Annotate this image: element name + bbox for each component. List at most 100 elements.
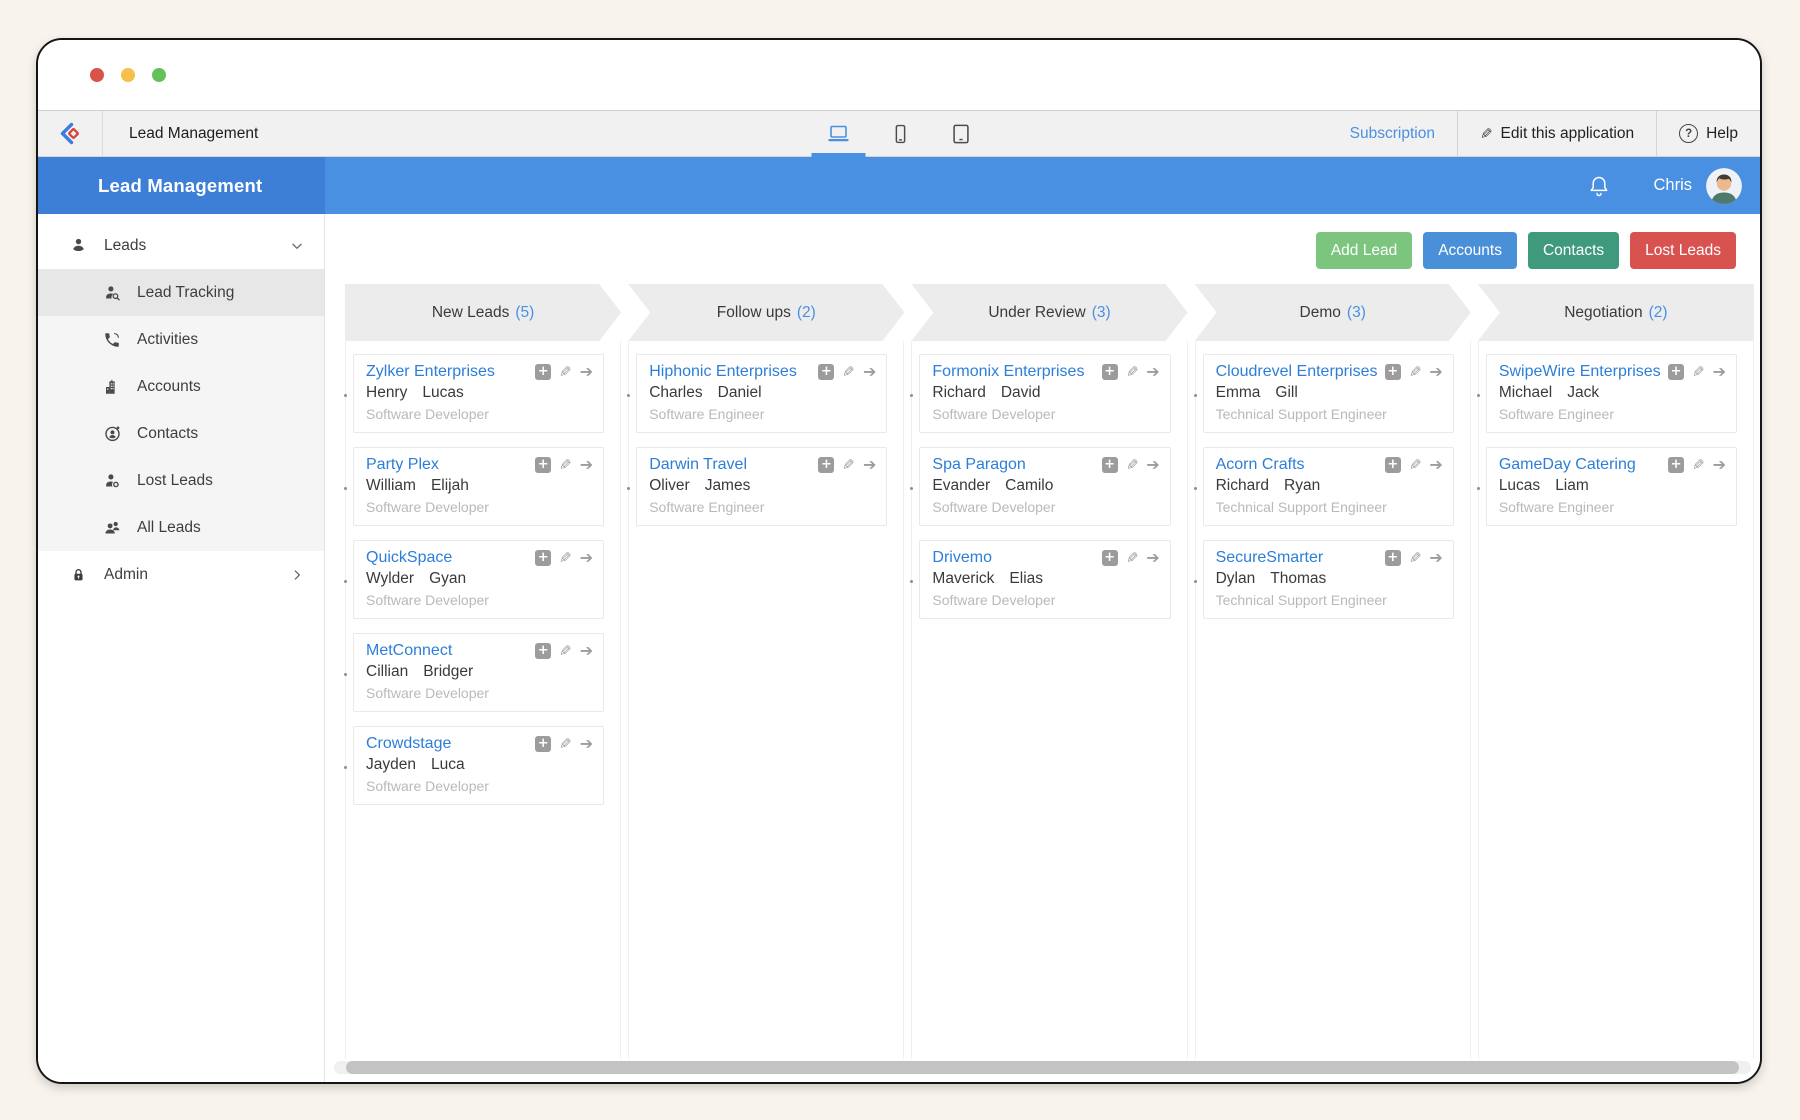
move-right-icon[interactable] (863, 364, 876, 380)
lead-company-link[interactable]: Cloudrevel Enterprises (1216, 363, 1392, 381)
add-icon[interactable] (1385, 550, 1401, 566)
creator-logo[interactable] (38, 111, 103, 156)
add-icon[interactable] (1668, 457, 1684, 473)
edit-icon[interactable] (1126, 365, 1139, 380)
lead-company-link[interactable]: Hiphonic Enterprises (649, 363, 825, 381)
horizontal-scrollbar[interactable] (334, 1061, 1751, 1074)
lead-company-link[interactable]: Zylker Enterprises (366, 363, 542, 381)
lead-company-link[interactable]: Party Plex (366, 456, 542, 474)
help-button[interactable]: Help (1657, 111, 1760, 156)
edit-icon[interactable] (559, 551, 572, 566)
move-right-icon[interactable] (863, 457, 876, 473)
lead-card[interactable]: QuickSpace Wylder Gyan Software Develope… (353, 540, 604, 619)
lead-company-link[interactable]: GameDay Catering (1499, 456, 1675, 474)
lead-card[interactable]: MetConnect Cillian Bridger Software Deve… (353, 633, 604, 712)
edit-icon[interactable] (1692, 458, 1705, 473)
add-icon[interactable] (535, 364, 551, 380)
add-icon[interactable] (1102, 550, 1118, 566)
add-icon[interactable] (1385, 457, 1401, 473)
lead-card[interactable]: Acorn Crafts Richard Ryan Technical Supp… (1203, 447, 1454, 526)
accounts-button[interactable]: Accounts (1423, 232, 1517, 269)
lead-card[interactable]: SecureSmarter Dylan Thomas Technical Sup… (1203, 540, 1454, 619)
edit-icon[interactable] (842, 458, 855, 473)
sidebar-item-lost-leads[interactable]: Lost Leads (38, 457, 324, 504)
lead-card[interactable]: SwipeWire Enterprises Michael Jack Softw… (1486, 354, 1737, 433)
stage-header-under-review[interactable]: Under Review (3) (911, 284, 1187, 341)
lead-company-link[interactable]: Acorn Crafts (1216, 456, 1392, 474)
move-right-icon[interactable] (1146, 457, 1159, 473)
lead-company-link[interactable]: Darwin Travel (649, 456, 825, 474)
lead-card[interactable]: Zylker Enterprises Henry Lucas Software … (353, 354, 604, 433)
edit-icon[interactable] (559, 644, 572, 659)
tablet-device-tab[interactable] (944, 111, 979, 156)
sidebar-item-accounts[interactable]: Accounts (38, 363, 324, 410)
horizontal-scrollbar-thumb[interactable] (346, 1061, 1739, 1074)
move-right-icon[interactable] (1713, 457, 1726, 473)
edit-icon[interactable] (1409, 458, 1422, 473)
lead-card[interactable]: Darwin Travel Oliver James Software Engi… (636, 447, 887, 526)
move-right-icon[interactable] (1713, 364, 1726, 380)
subscription-link[interactable]: Subscription (1328, 111, 1457, 156)
edit-icon[interactable] (842, 365, 855, 380)
lead-card[interactable]: Cloudrevel Enterprises Emma Gill Technic… (1203, 354, 1454, 433)
edit-icon[interactable] (559, 458, 572, 473)
lead-company-link[interactable]: Crowdstage (366, 735, 542, 753)
lead-card[interactable]: Spa Paragon Evander Camilo Software Deve… (919, 447, 1170, 526)
add-icon[interactable] (1102, 364, 1118, 380)
move-right-icon[interactable] (580, 457, 593, 473)
move-right-icon[interactable] (580, 643, 593, 659)
move-right-icon[interactable] (1429, 550, 1442, 566)
move-right-icon[interactable] (1146, 550, 1159, 566)
contacts-button[interactable]: Contacts (1528, 232, 1619, 269)
sidebar-item-activities[interactable]: Activities (38, 316, 324, 363)
lead-card[interactable]: Crowdstage Jayden Luca Software Develope… (353, 726, 604, 805)
add-icon[interactable] (1385, 364, 1401, 380)
lead-company-link[interactable]: SecureSmarter (1216, 549, 1392, 567)
notifications-button[interactable] (1587, 173, 1611, 199)
edit-icon[interactable] (1126, 551, 1139, 566)
lead-card[interactable]: Drivemo Maverick Elias Software Develope… (919, 540, 1170, 619)
edit-icon[interactable] (559, 365, 572, 380)
edit-icon[interactable] (559, 737, 572, 752)
zoom-window-button[interactable] (152, 68, 166, 82)
sidebar-item-lead-tracking[interactable]: Lead Tracking (38, 269, 324, 316)
sidebar-item-all-leads[interactable]: All Leads (38, 504, 324, 551)
lead-company-link[interactable]: QuickSpace (366, 549, 542, 567)
laptop-device-tab[interactable] (820, 111, 858, 156)
edit-icon[interactable] (1409, 365, 1422, 380)
edit-application-button[interactable]: Edit this application (1458, 111, 1656, 156)
edit-icon[interactable] (1692, 365, 1705, 380)
move-right-icon[interactable] (580, 736, 593, 752)
edit-icon[interactable] (1126, 458, 1139, 473)
add-icon[interactable] (818, 364, 834, 380)
lead-card[interactable]: GameDay Catering Lucas Liam Software Eng… (1486, 447, 1737, 526)
add-icon[interactable] (1102, 457, 1118, 473)
sidebar-item-admin[interactable]: Admin (38, 551, 324, 598)
stage-header-follow-ups[interactable]: Follow ups (2) (628, 284, 904, 341)
lead-company-link[interactable]: Drivemo (932, 549, 1108, 567)
minimize-window-button[interactable] (121, 68, 135, 82)
edit-icon[interactable] (1409, 551, 1422, 566)
close-window-button[interactable] (90, 68, 104, 82)
lead-company-link[interactable]: SwipeWire Enterprises (1499, 363, 1675, 381)
add-icon[interactable] (1668, 364, 1684, 380)
lead-card[interactable]: Party Plex William Elijah Software Devel… (353, 447, 604, 526)
lead-company-link[interactable]: Formonix Enterprises (932, 363, 1108, 381)
add-icon[interactable] (535, 550, 551, 566)
avatar[interactable] (1706, 168, 1742, 204)
sidebar-item-contacts[interactable]: Contacts (38, 410, 324, 457)
move-right-icon[interactable] (1429, 457, 1442, 473)
lead-company-link[interactable]: Spa Paragon (932, 456, 1108, 474)
stage-header-negotiation[interactable]: Negotiation (2) (1478, 284, 1754, 341)
add-icon[interactable] (535, 457, 551, 473)
add-icon[interactable] (535, 736, 551, 752)
add-lead-button[interactable]: Add Lead (1316, 232, 1412, 269)
move-right-icon[interactable] (1429, 364, 1442, 380)
stage-header-new-leads[interactable]: New Leads (5) (345, 284, 621, 341)
move-right-icon[interactable] (1146, 364, 1159, 380)
move-right-icon[interactable] (580, 364, 593, 380)
add-icon[interactable] (535, 643, 551, 659)
sidebar-item-leads[interactable]: Leads (38, 222, 324, 269)
lead-card[interactable]: Formonix Enterprises Richard David Softw… (919, 354, 1170, 433)
phone-device-tab[interactable] (884, 111, 918, 156)
